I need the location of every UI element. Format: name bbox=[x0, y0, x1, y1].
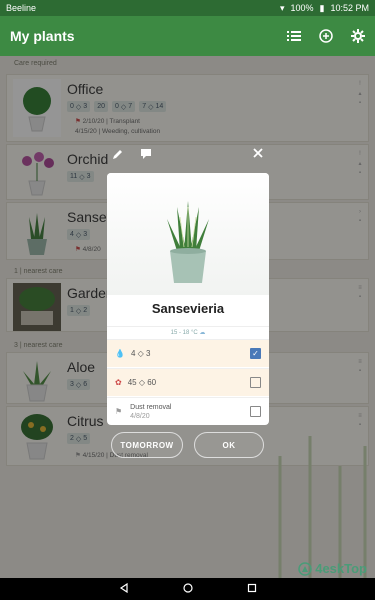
close-icon[interactable] bbox=[252, 147, 264, 162]
watermark: 4eskTop bbox=[298, 561, 367, 576]
tomorrow-button[interactable]: TOMORROW bbox=[111, 432, 183, 458]
flag-icon: ⚑ bbox=[115, 407, 123, 416]
battery-label: 100% bbox=[290, 3, 314, 13]
care-row-spraying[interactable]: ✿ 45 ◇ 60 bbox=[107, 368, 269, 396]
comment-icon[interactable] bbox=[140, 148, 152, 163]
spray-icon: ✿ bbox=[115, 378, 122, 387]
care-row-label: 45 ◇ 60 bbox=[127, 378, 157, 387]
watering-checkbox[interactable]: ✓ bbox=[250, 348, 261, 359]
battery-icon: ▮ bbox=[319, 2, 325, 13]
care-row-date: 4/8/20 bbox=[130, 412, 150, 420]
plant-care-dialog: Sansevieria 15 - 18 °C ☁ 💧 4 ◇ 3 ✓ ✿ 45 … bbox=[107, 173, 269, 425]
care-row-label: 4 ◇ 3 bbox=[130, 349, 151, 358]
back-icon[interactable] bbox=[119, 580, 129, 598]
home-icon[interactable] bbox=[182, 580, 193, 598]
dust-removal-checkbox[interactable] bbox=[250, 406, 261, 417]
list-icon[interactable] bbox=[287, 30, 301, 42]
edit-icon[interactable] bbox=[112, 148, 124, 163]
add-plant-icon[interactable] bbox=[319, 29, 333, 43]
system-nav-bar bbox=[0, 578, 375, 600]
water-drop-icon: 💧 bbox=[115, 349, 125, 358]
temperature-range: 15 - 18 °C ☁ bbox=[107, 326, 269, 336]
care-row-label: Dust removal bbox=[130, 403, 172, 411]
ok-button[interactable]: OK bbox=[194, 432, 264, 458]
dialog-plant-name: Sansevieria bbox=[151, 301, 225, 316]
app-title: My plants bbox=[10, 28, 75, 44]
recents-icon[interactable] bbox=[247, 580, 257, 598]
dialog-plant-image bbox=[107, 173, 269, 295]
wifi-icon: ▾ bbox=[279, 2, 285, 13]
app-bar: My plants bbox=[0, 16, 375, 56]
watermark-logo-icon bbox=[298, 561, 312, 576]
status-bar: Beeline ▾ 100% ▮ 10:52 PM bbox=[0, 0, 375, 16]
care-row-dust-removal[interactable]: ⚑ Dust removal 4/8/20 bbox=[107, 397, 269, 425]
cloud-icon: ☁ bbox=[199, 330, 206, 336]
settings-icon[interactable] bbox=[351, 29, 365, 43]
carrier-label: Beeline bbox=[6, 3, 37, 13]
spraying-checkbox[interactable] bbox=[250, 377, 261, 388]
clock-label: 10:52 PM bbox=[330, 3, 369, 13]
care-row-watering[interactable]: 💧 4 ◇ 3 ✓ bbox=[107, 339, 269, 367]
